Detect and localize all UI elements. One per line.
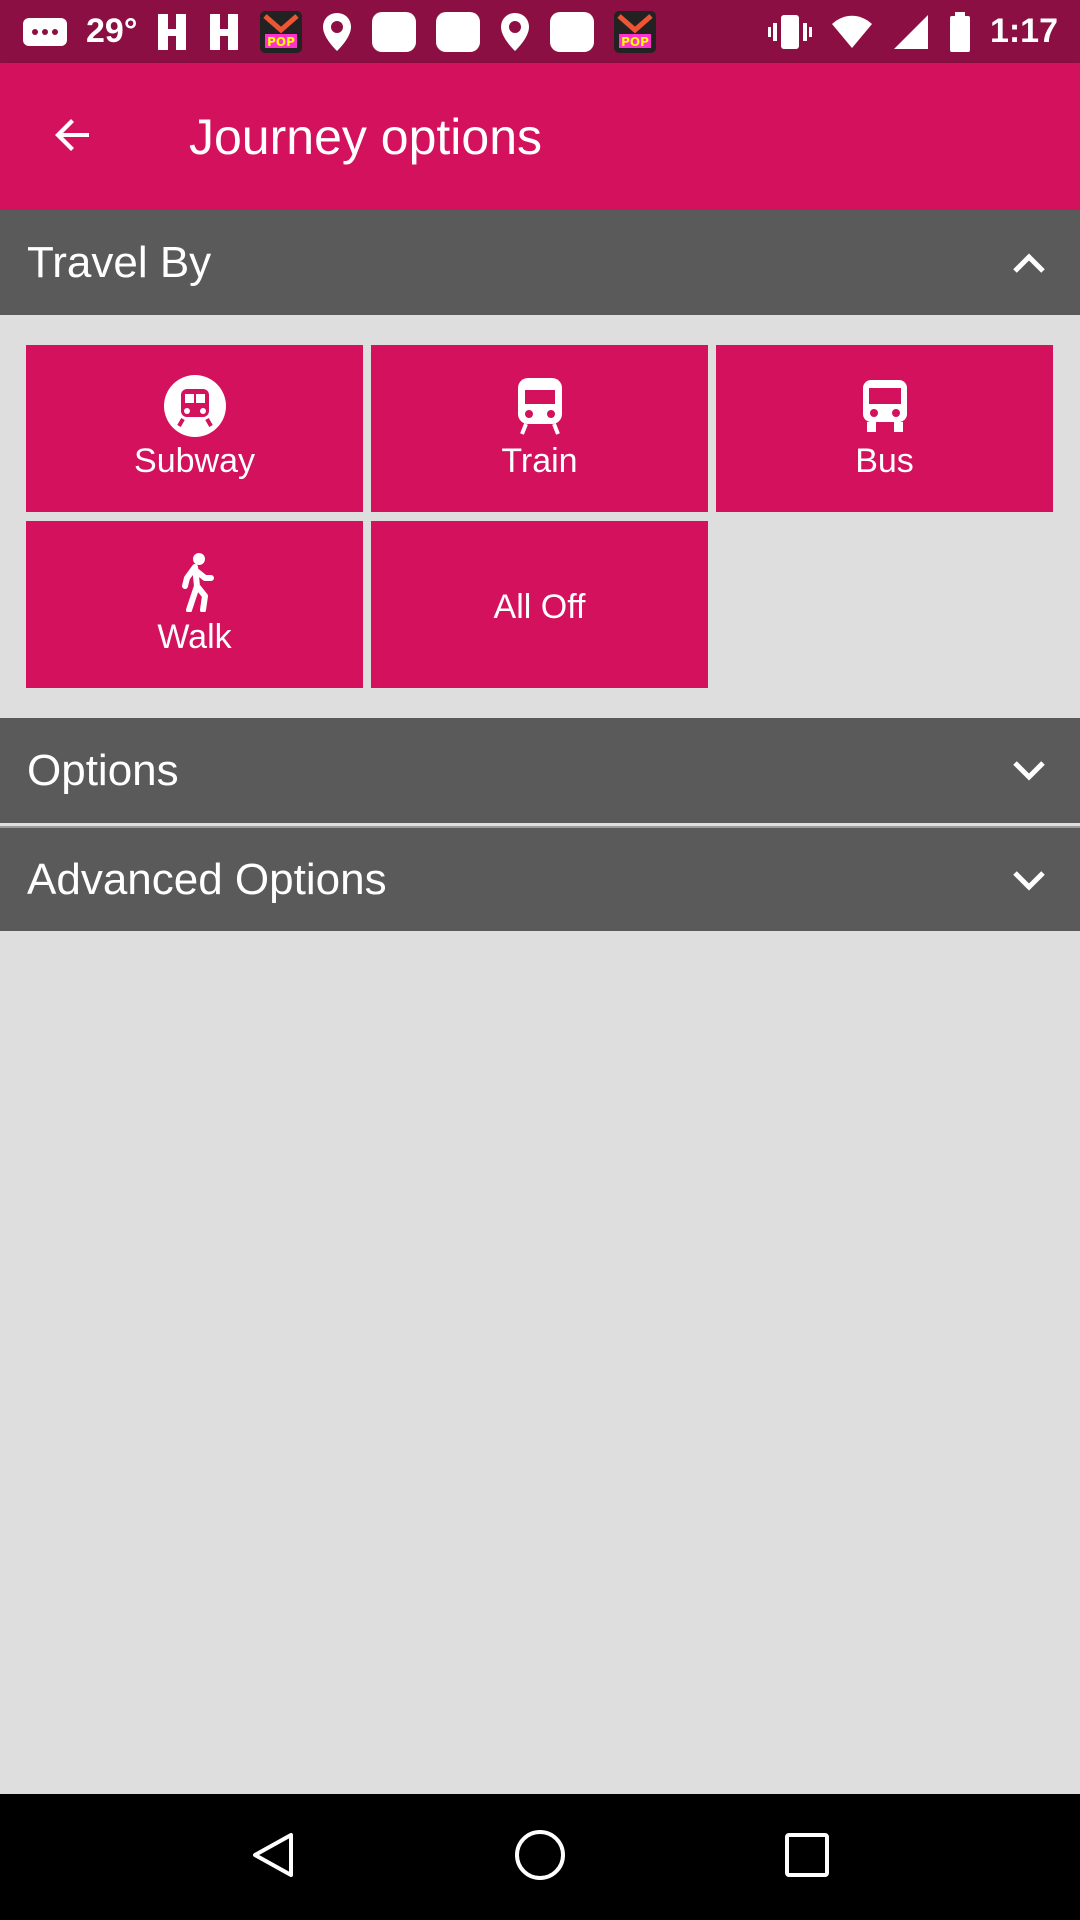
walk-button[interactable]: Walk <box>26 521 363 688</box>
screen: 29° POP POP 1:17 Journey options Travel … <box>0 0 1080 1920</box>
chevron-down-icon <box>1008 860 1050 902</box>
circle-home-icon <box>513 1828 567 1887</box>
triangle-back-icon <box>247 1829 299 1886</box>
train-button[interactable]: Train <box>371 345 708 512</box>
walk-label: Walk <box>157 618 232 656</box>
location-icon <box>499 11 531 53</box>
svg-text:POP: POP <box>268 35 296 49</box>
svg-text:POP: POP <box>622 35 650 49</box>
options-label: Options <box>27 745 179 795</box>
temperature: 29° <box>86 12 138 50</box>
home-nav-button[interactable] <box>490 1807 590 1907</box>
all-off-button[interactable]: All Off <box>371 521 708 688</box>
rounded-square-icon <box>371 9 417 55</box>
page-title: Journey options <box>189 109 543 165</box>
train-icon <box>505 376 575 436</box>
subway-icon <box>160 375 230 437</box>
rounded-square-icon <box>549 9 595 55</box>
app-notification-icon <box>155 13 189 51</box>
wifi-icon <box>830 14 874 50</box>
square-recents-icon <box>783 1831 831 1884</box>
clock: 1:17 <box>989 12 1058 50</box>
travel-by-header[interactable]: Travel By <box>0 210 1080 315</box>
all-off-label: All Off <box>493 588 586 626</box>
subway-label: Subway <box>134 442 255 480</box>
messages-icon <box>22 15 68 49</box>
chevron-up-icon <box>1008 242 1050 284</box>
app-bar: Journey options <box>0 63 1080 210</box>
recents-nav-button[interactable] <box>757 1807 857 1907</box>
bus-button[interactable]: Bus <box>716 345 1053 512</box>
walk-icon <box>160 552 230 612</box>
status-bar: 29° POP POP 1:17 <box>0 0 1080 63</box>
options-header[interactable]: Options <box>0 718 1080 823</box>
chevron-down-icon <box>1008 750 1050 792</box>
advanced-options-header[interactable]: Advanced Options <box>0 826 1080 931</box>
subway-button[interactable]: Subway <box>26 345 363 512</box>
back-button[interactable] <box>30 101 116 173</box>
bus-label: Bus <box>855 442 914 480</box>
arrow-left-icon <box>49 111 97 164</box>
pop-app-icon: POP <box>259 10 303 54</box>
location-icon <box>321 11 353 53</box>
back-nav-button[interactable] <box>223 1807 323 1907</box>
vibrate-icon <box>767 12 812 52</box>
travel-by-label: Travel By <box>27 237 212 287</box>
app-notification-icon <box>207 13 241 51</box>
bus-icon <box>850 376 920 436</box>
advanced-options-label: Advanced Options <box>27 854 387 904</box>
rounded-square-icon <box>435 9 481 55</box>
train-label: Train <box>501 442 578 480</box>
navigation-bar <box>0 1794 1080 1920</box>
signal-icon <box>892 13 930 51</box>
pop-app-icon: POP <box>613 10 657 54</box>
battery-icon <box>948 11 972 53</box>
